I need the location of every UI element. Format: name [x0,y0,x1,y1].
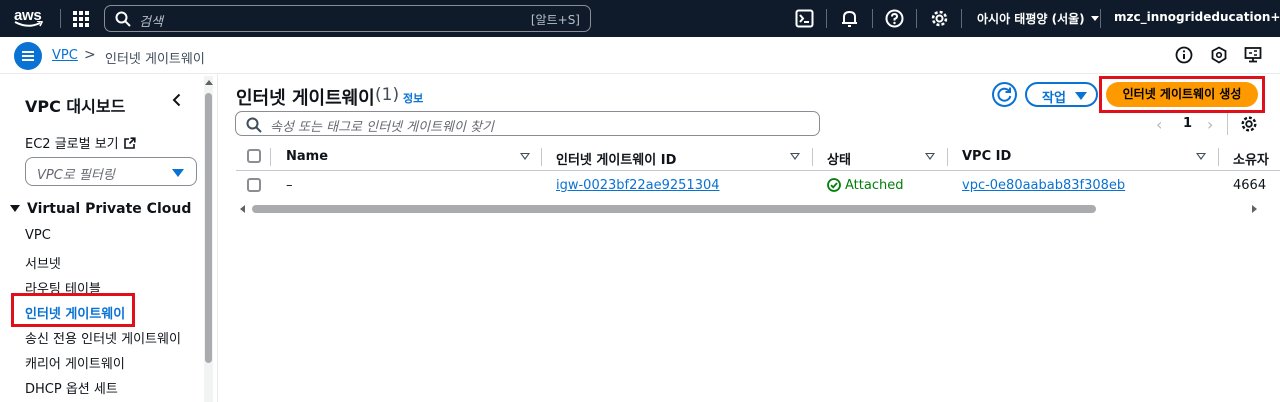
info-link[interactable]: 정보 [403,90,423,106]
feedback-icon[interactable] [1244,46,1262,64]
breadcrumb-current: 인터넷 게이트웨이 [105,52,205,67]
nav-divider [826,9,827,28]
help-icon[interactable] [885,9,904,28]
sidebar-ec2-global-view[interactable]: EC2 글로벌 보기 [25,133,136,152]
sidebar-scrollbar[interactable] [204,76,213,402]
nav-divider [1100,9,1101,28]
refresh-icon [997,87,1012,102]
breadcrumb-vpc-link[interactable]: VPC [52,48,78,63]
column-header-state[interactable]: 상태 [827,149,851,168]
scroll-left-icon[interactable] [240,205,245,213]
table-horizontal-scrollbar[interactable] [236,201,1262,217]
account-label: mzc_innogrideducation+41 [1114,10,1280,24]
region-label: 아시아 태평양 (서울) [977,12,1085,26]
sidebar-item-carrier-gateways[interactable]: 캐리어 게이트웨이 [25,353,125,372]
scroll-up-icon[interactable] [205,80,213,85]
column-divider[interactable] [1218,148,1219,166]
success-check-icon [827,178,841,192]
create-internet-gateway-button[interactable]: 인터넷 게이트웨이 생성 [1106,82,1258,107]
actions-dropdown-button[interactable]: 작업 [1025,82,1098,107]
column-divider [270,148,271,166]
page-title: 인터넷 게이트웨이 [236,88,375,109]
side-navigation-toggle[interactable] [14,42,42,70]
cell-name: – [286,178,293,193]
column-divider[interactable] [947,148,948,166]
column-header-owner[interactable]: 소유자 [1233,149,1269,168]
aws-smile-icon [14,21,44,27]
row-checkbox[interactable] [247,178,261,192]
pagination-next-button[interactable]: › [1207,115,1213,134]
gear-icon[interactable] [930,9,949,28]
sidebar-item-vpc[interactable]: VPC [25,228,51,243]
table-header: Name 인터넷 게이트웨이 ID 상태 VPC ID 소유자 [236,144,1280,171]
grid-icon[interactable] [73,11,89,27]
nav-divider [60,9,61,28]
cell-owner: 4664 [1233,178,1267,193]
item-count: (1) [375,85,400,105]
sort-icon[interactable] [520,153,530,160]
nav-divider [916,9,917,28]
search-icon [246,117,262,133]
breadcrumb-separator: > [84,47,96,63]
cloudshell-icon[interactable] [795,9,814,28]
refresh-button[interactable] [992,82,1017,107]
search-shortcut: [알트+S] [530,13,580,27]
column-divider[interactable] [541,148,542,166]
search-placeholder: 검색 [139,15,163,30]
cell-state: Attached [827,178,903,193]
state-label: Attached [845,178,904,193]
caret-down-icon [172,169,184,177]
sidebar-title: VPC 대시보드 [25,97,126,116]
pagination-divider [1227,113,1228,135]
scrollbar-thumb[interactable] [205,93,212,363]
column-header-igw-id[interactable]: 인터넷 게이트웨이 ID [556,149,676,168]
aws-logo[interactable]: aws [12,4,48,32]
nav-divider [961,9,962,28]
scroll-right-icon[interactable] [1252,205,1257,213]
sidebar-item-dhcp-option-sets[interactable]: DHCP 옵션 세트 [25,378,118,397]
sidebar-section-label: Virtual Private Cloud [27,201,192,217]
account-menu[interactable]: mzc_innogrideducation+41 [1114,10,1280,24]
pagination-previous-button[interactable]: ‹ [1156,115,1162,134]
region-selector[interactable]: 아시아 태평양 (서울) [977,10,1099,27]
vpc-filter-select[interactable]: VPC로 필터링 [25,157,197,186]
scrollbar-thumb[interactable] [252,205,1096,213]
sidebar-item-egress-only-gateways[interactable]: 송신 전용 인터넷 게이트웨이 [25,328,181,347]
table-search-placeholder: 속성 또는 태그로 인터넷 게이트웨이 찾기 [270,120,494,135]
sidebar-item-subnets[interactable]: 서브넷 [25,253,61,272]
sidebar-section-vpc[interactable]: Virtual Private Cloud [10,201,191,217]
table-search-input[interactable]: 속성 또는 태그로 인터넷 게이트웨이 찾기 [235,111,820,136]
preferences-gear-icon[interactable] [1240,115,1258,133]
pagination-page-number[interactable]: 1 [1183,116,1192,131]
actions-label: 작업 [1042,91,1066,106]
column-divider[interactable] [812,148,813,166]
vpc-filter-placeholder: VPC로 필터링 [37,168,115,183]
sidebar-ec2-label: EC2 글로벌 보기 [25,137,119,152]
sort-icon[interactable] [790,153,800,160]
column-header-vpc-id[interactable]: VPC ID [962,149,1011,164]
cell-vpc-id-link[interactable]: vpc-0e80aabab83f308eb [962,178,1125,193]
info-icon[interactable] [1175,46,1193,64]
chevron-left-icon[interactable] [169,92,185,108]
external-link-icon [123,137,136,149]
table-row[interactable]: – igw-0023bf22ae9251304 Attached vpc-0e8… [236,171,1280,199]
chevron-down-icon [1090,16,1099,21]
select-all-checkbox[interactable] [247,149,261,163]
cell-igw-id-link[interactable]: igw-0023bf22ae9251304 [556,178,720,193]
sort-icon[interactable] [1196,153,1206,160]
breadcrumb-bar: VPC > 인터넷 게이트웨이 [0,37,1280,74]
column-header-name[interactable]: Name [286,149,328,164]
caret-down-icon [1075,92,1087,100]
global-search-input[interactable]: 검색 [알트+S] [104,5,591,32]
active-item-highlight [11,293,135,327]
side-navigation: VPC 대시보드 EC2 글로벌 보기 VPC로 필터링 Virtual Pri… [0,74,218,402]
top-navigation: aws 검색 [알트+S] 아시아 태평양 (서울) mzc_innogride… [0,0,1280,37]
search-icon [115,11,131,27]
sort-icon[interactable] [925,153,935,160]
nav-divider [872,9,873,28]
security-shield-icon[interactable] [1210,46,1228,64]
caret-down-icon [10,205,20,212]
bell-icon[interactable] [840,9,859,28]
